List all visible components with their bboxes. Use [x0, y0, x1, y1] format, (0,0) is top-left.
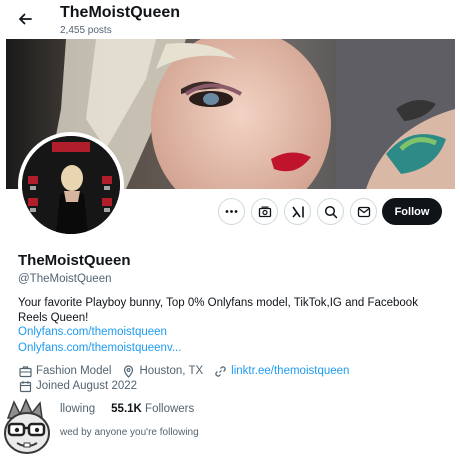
more-icon[interactable]: [218, 198, 245, 225]
link-icon: [213, 364, 227, 378]
profile-actions: Follow: [0, 198, 460, 228]
subscribe-icon[interactable]: [251, 198, 278, 225]
following-link[interactable]: llowing: [60, 403, 95, 415]
top-bar: TheMoistQueen 2,455 posts: [0, 0, 460, 40]
display-name: TheMoistQueen: [18, 252, 131, 269]
search-icon[interactable]: [317, 198, 344, 225]
user-handle: @TheMoistQueen: [18, 273, 112, 285]
header-title: TheMoistQueen: [60, 4, 181, 21]
back-arrow-icon[interactable]: [14, 8, 36, 30]
message-icon[interactable]: [350, 198, 377, 225]
nerd-mascot-icon: [0, 398, 60, 456]
profile-joined-row: Joined August 2022: [18, 379, 137, 393]
profile-location: Houston, TX: [139, 365, 204, 377]
followers-count[interactable]: 55.1K: [111, 403, 142, 415]
bio-link-onlyfans[interactable]: Onlyfans.com/themoistqueen: [18, 326, 167, 338]
profile-meta-row: Fashion Model Houston, TX linktr.ee/them…: [18, 364, 349, 378]
grok-icon[interactable]: [284, 198, 311, 225]
profile-website-link[interactable]: linktr.ee/themoistqueen: [231, 365, 349, 377]
calendar-icon: [18, 379, 32, 393]
profile-category: Fashion Model: [36, 365, 112, 377]
bio-link-onlyfans-vip[interactable]: Onlyfans.com/themoistqueenv...: [18, 342, 181, 354]
follow-button[interactable]: Follow: [382, 198, 442, 225]
followed-by-note: wed by anyone you're following: [60, 427, 199, 438]
followers-label[interactable]: Followers: [145, 403, 194, 415]
follow-stats: llowing 55.1K Followers: [60, 403, 194, 415]
profile-bio: Your favorite Playboy bunny, Top 0% Only…: [18, 297, 418, 324]
profile-joined-date: Joined August 2022: [36, 380, 138, 392]
briefcase-icon: [18, 364, 32, 378]
location-pin-icon: [121, 364, 135, 378]
post-count: 2,455 posts: [60, 25, 112, 36]
